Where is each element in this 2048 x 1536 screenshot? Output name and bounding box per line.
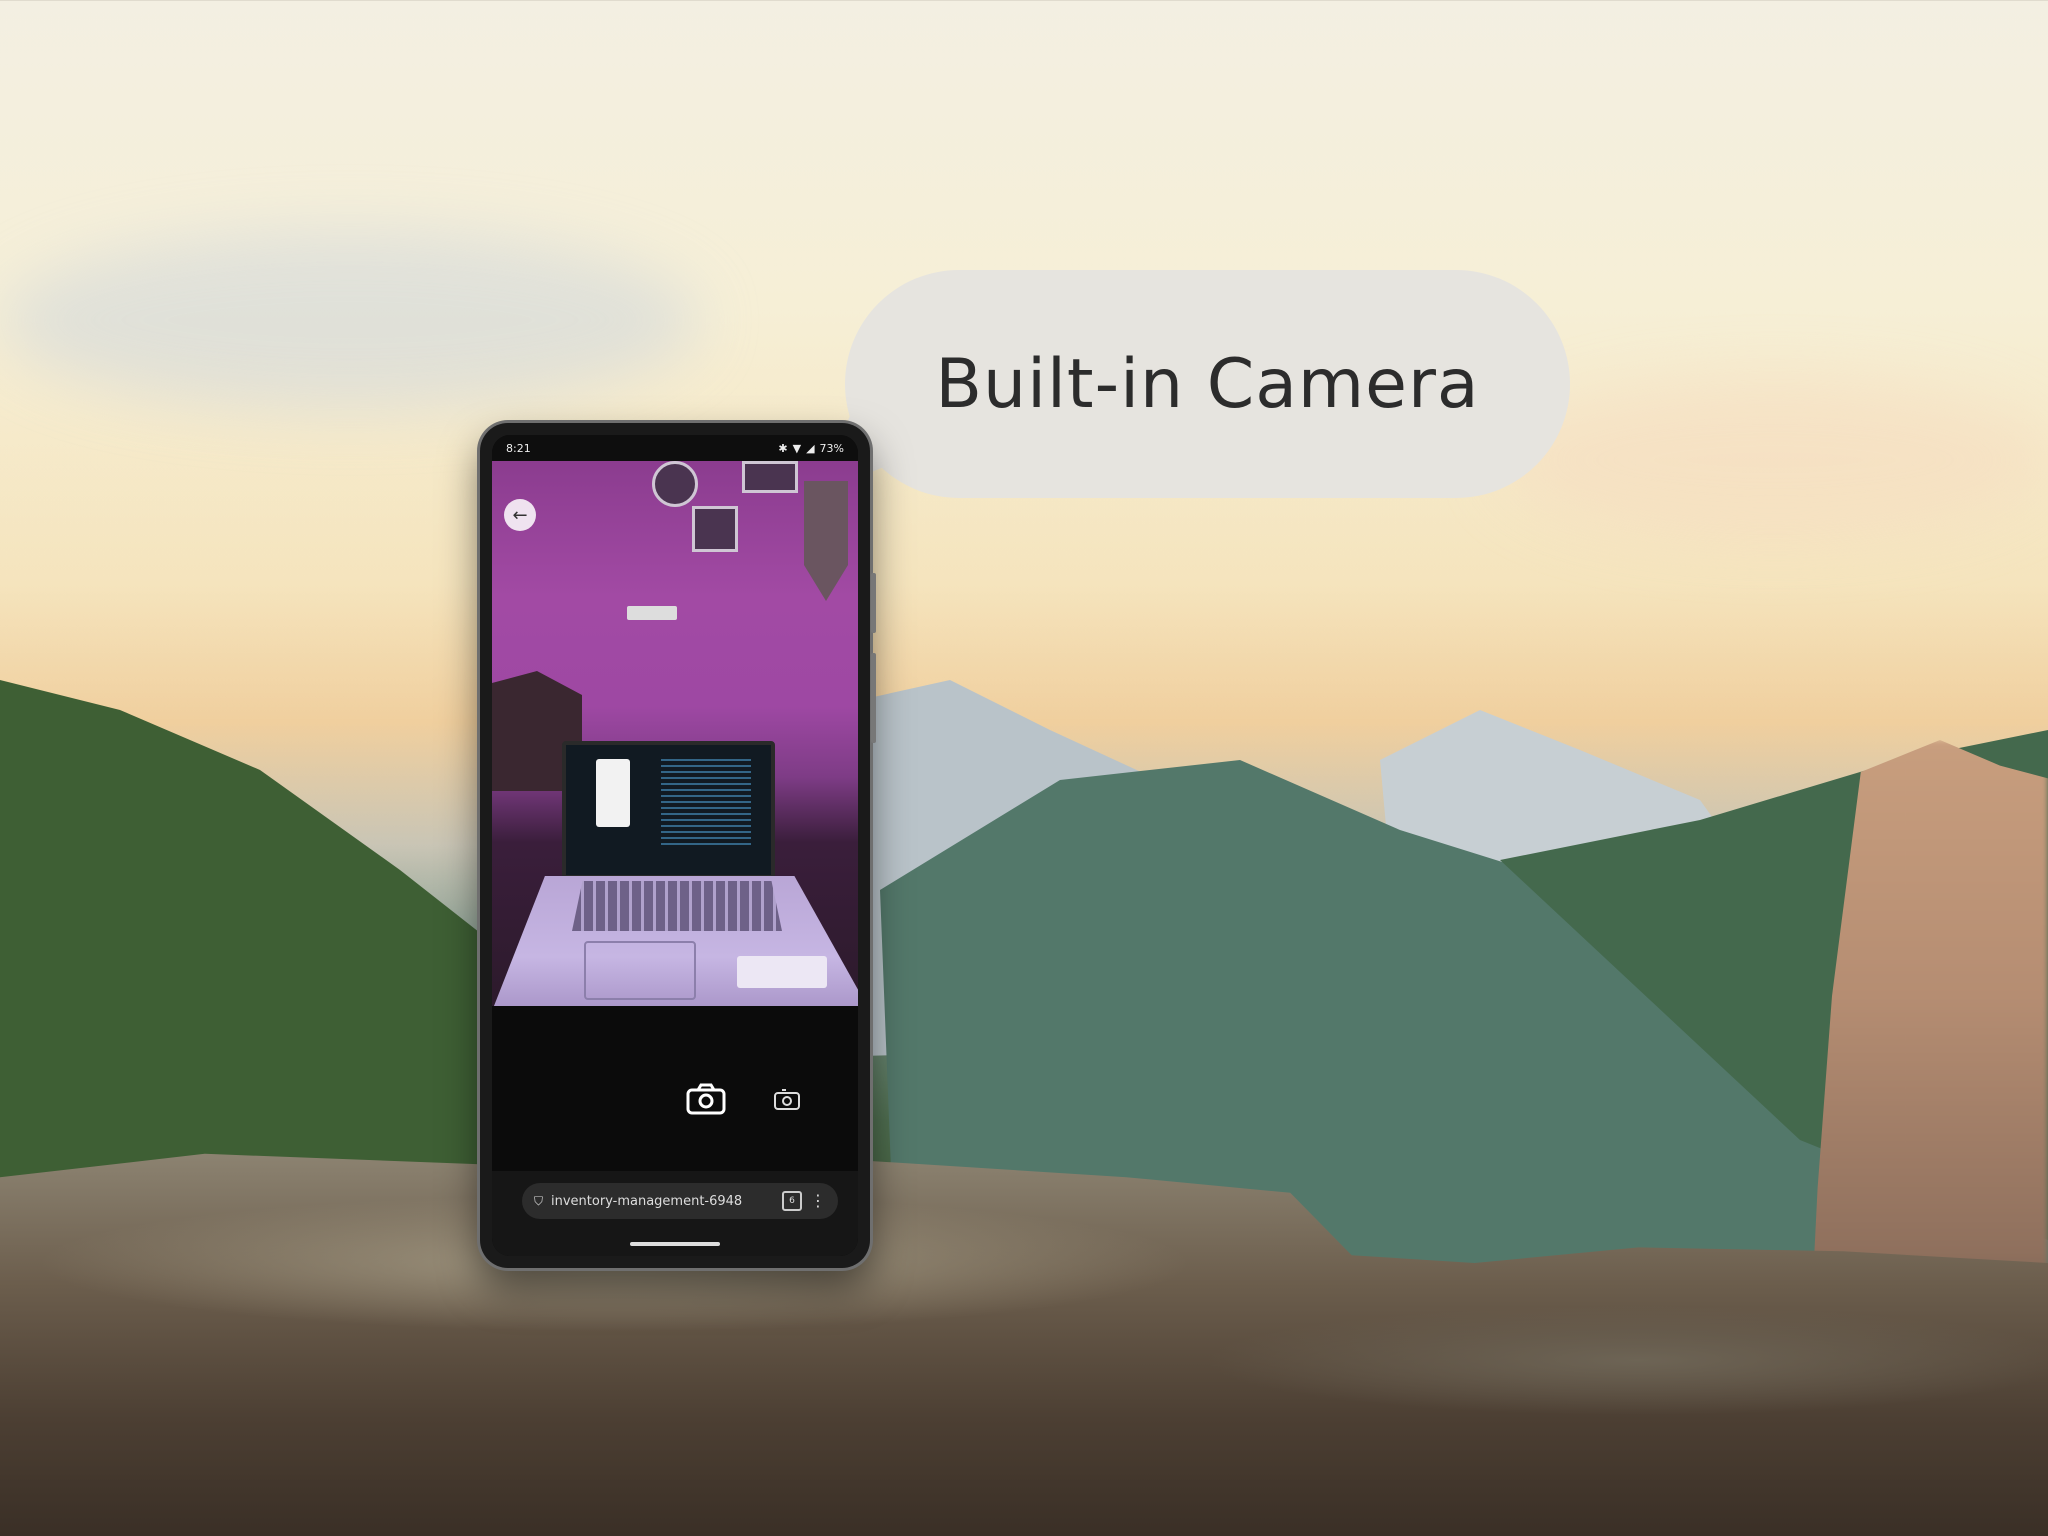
arrow-left-icon: ← (512, 504, 528, 526)
status-bar: 8:21 ✱ ▼ ◢ 73% (492, 435, 858, 461)
cloud (0, 230, 700, 410)
phone-screen: 8:21 ✱ ▼ ◢ 73% ← ⛉ inventory-management-… (492, 435, 858, 1256)
switch-camera-button[interactable] (772, 1086, 802, 1114)
phone: 8:21 ✱ ▼ ◢ 73% ← ⛉ inventory-management-… (480, 423, 876, 1268)
more-vert-icon[interactable]: ⋮ (810, 1193, 826, 1209)
wall-decoration (692, 506, 738, 552)
power-button (871, 573, 876, 633)
signal-icon: ◢ (806, 441, 815, 455)
laptop-keyboard (572, 881, 782, 931)
status-icons: ✱ ▼ ◢ 73% (778, 442, 844, 455)
camera-viewfinder[interactable]: ← (492, 461, 858, 1011)
camera-icon (686, 1083, 726, 1115)
laptop-screen (562, 741, 775, 879)
back-button[interactable]: ← (504, 499, 536, 531)
camera-controls (492, 1006, 858, 1171)
tab-switcher-button[interactable]: 6 (782, 1191, 802, 1211)
wifi-icon: ▼ (792, 441, 802, 455)
status-time: 8:21 (506, 441, 531, 455)
home-indicator[interactable] (630, 1242, 720, 1246)
laptop-code-editor (661, 759, 751, 849)
address-bar[interactable]: ⛉ inventory-management-6948 6 ⋮ (522, 1183, 838, 1219)
battery-level: 73% (819, 441, 844, 455)
volume-button (871, 653, 876, 743)
desk-card (737, 956, 827, 988)
wall-decoration (652, 461, 698, 507)
callout-label: Built-in Camera (935, 344, 1480, 424)
capture-button[interactable] (683, 1080, 729, 1118)
laptop-phone-mockup (596, 759, 630, 827)
shield-icon: ⛉ (534, 1193, 544, 1208)
browser-bar: ⛉ inventory-management-6948 6 ⋮ (492, 1171, 858, 1231)
navigation-bar (492, 1231, 858, 1256)
camera-switch-icon (774, 1089, 800, 1110)
wall-decoration (742, 461, 798, 493)
wall-hanging (804, 481, 848, 601)
bluetooth-icon: ✱ (778, 441, 788, 455)
url-text: inventory-management-6948 (551, 1193, 743, 1209)
laptop-trackpad (584, 941, 696, 1000)
cloud (1500, 380, 2048, 540)
switch-board (627, 606, 677, 620)
callout-bubble: Built-in Camera (845, 270, 1570, 498)
